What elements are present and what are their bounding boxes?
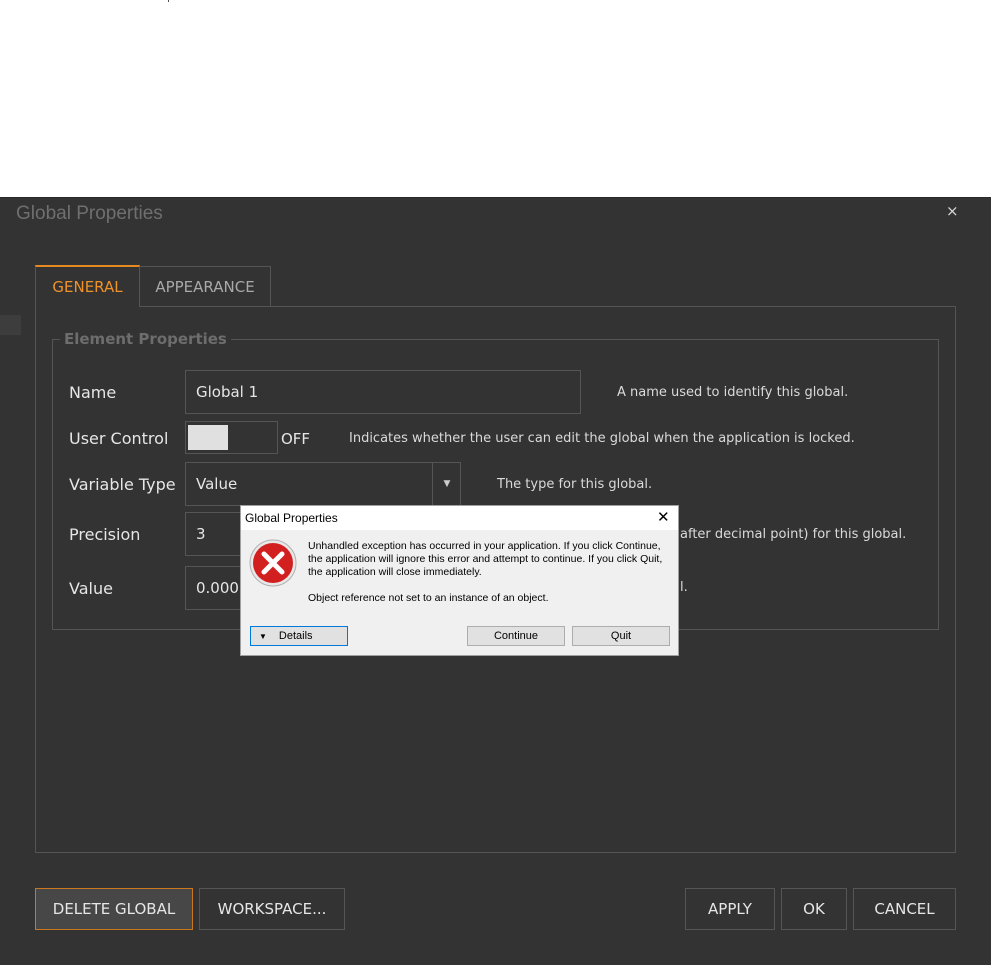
cancel-button[interactable]: CANCEL bbox=[853, 888, 956, 930]
error-icon bbox=[249, 539, 297, 587]
value-input[interactable]: 0.000 bbox=[185, 566, 245, 610]
user-control-toggle[interactable] bbox=[185, 421, 278, 454]
workspace-button[interactable]: WORKSPACE... bbox=[199, 888, 345, 930]
triangle-down-icon: ▼ bbox=[259, 631, 267, 641]
tab-appearance[interactable]: APPEARANCE bbox=[139, 266, 271, 306]
side-edge-marker bbox=[0, 315, 21, 335]
name-label: Name bbox=[69, 383, 117, 402]
error-detail: Object reference not set to an instance … bbox=[308, 592, 549, 604]
variable-type-hint: The type for this global. bbox=[497, 477, 653, 492]
details-button[interactable]: ▼ Details bbox=[250, 626, 348, 646]
delete-global-button[interactable]: DELETE GLOBAL bbox=[35, 888, 193, 930]
value-label: Value bbox=[69, 579, 113, 598]
variable-type-label: Variable Type bbox=[69, 475, 176, 494]
variable-type-select[interactable]: Value bbox=[185, 462, 461, 506]
quit-button[interactable]: Quit bbox=[572, 626, 670, 646]
precision-hint: after decimal point) for this global. bbox=[680, 527, 907, 542]
tab-general[interactable]: GENERAL bbox=[35, 265, 140, 307]
continue-button[interactable]: Continue bbox=[467, 626, 565, 646]
error-message: Unhandled exception has occurred in your… bbox=[308, 540, 663, 578]
user-control-label: User Control bbox=[69, 429, 169, 448]
name-hint: A name used to identify this global. bbox=[617, 385, 849, 400]
ok-button[interactable]: OK bbox=[781, 888, 847, 930]
error-close-icon[interactable]: ✕ bbox=[657, 508, 670, 526]
chevron-down-icon[interactable]: ▼ bbox=[432, 462, 461, 506]
precision-label: Precision bbox=[69, 525, 141, 544]
stray-pixel bbox=[168, 0, 169, 2]
precision-input[interactable]: 3 bbox=[185, 512, 245, 556]
dialog-title: Global Properties bbox=[16, 203, 163, 224]
apply-button[interactable]: APPLY bbox=[685, 888, 775, 930]
error-dialog-title: Global Properties bbox=[245, 511, 338, 525]
toggle-state: OFF bbox=[281, 430, 311, 448]
value-hint: l. bbox=[680, 580, 688, 595]
group-legend: Element Properties bbox=[60, 330, 231, 348]
toggle-knob bbox=[188, 425, 228, 450]
user-control-hint: Indicates whether the user can edit the … bbox=[349, 431, 855, 446]
details-label: Details bbox=[278, 630, 313, 642]
close-icon[interactable]: × bbox=[946, 202, 959, 220]
name-input[interactable]: Global 1 bbox=[185, 370, 581, 414]
error-dialog: Global Properties ✕ Unhandled exception … bbox=[240, 505, 679, 656]
